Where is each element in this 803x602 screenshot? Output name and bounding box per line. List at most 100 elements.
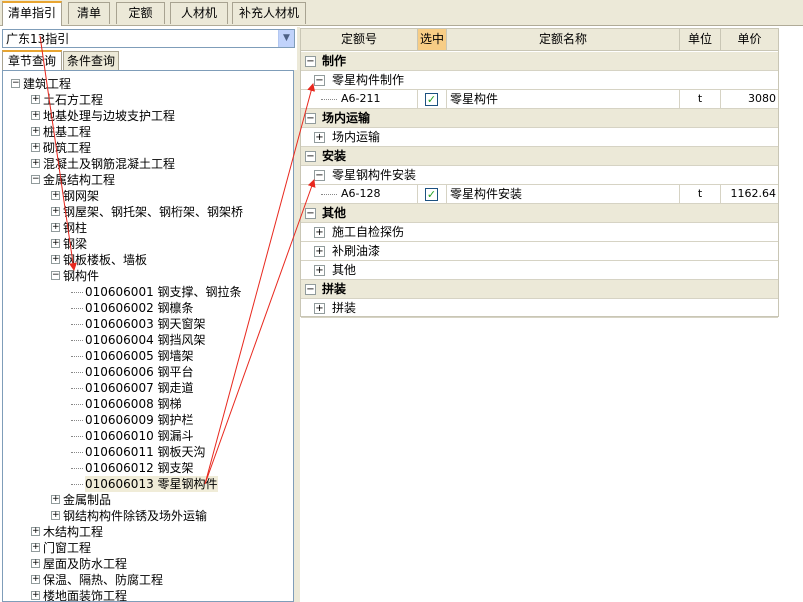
collapse-icon[interactable]: − [305,208,316,219]
expand-icon[interactable]: + [51,495,60,504]
collapse-icon[interactable]: − [305,284,316,295]
expand-icon[interactable]: + [31,559,40,568]
guide-select[interactable]: 广东13指引 ▼ [2,29,295,48]
collapse-icon[interactable]: − [305,56,316,67]
tree-node[interactable]: − 金属结构工程 [3,172,291,188]
tree-node[interactable]: + 门窗工程 [3,540,291,556]
tree-node[interactable]: + 钢结构构件除锈及场外运输 [3,508,291,524]
tab-list-guide[interactable]: 清单指引 [2,1,62,26]
expand-icon[interactable]: + [31,127,40,136]
tree-leaf-item[interactable]: 010606004 钢挡风架 [3,332,291,348]
expand-icon[interactable]: + [31,159,40,168]
tab-quota[interactable]: 定额 [116,2,165,24]
tree-node[interactable]: + 钢梁 [3,236,291,252]
collapse-icon[interactable]: − [314,170,325,181]
col-header-code[interactable]: 定额号 [301,29,418,50]
tree-node[interactable]: + 金属制品 [3,492,291,508]
expand-icon[interactable]: + [51,255,60,264]
grid-subgroup-row[interactable]: + 施工自检探伤 [301,223,778,242]
tree-leaf-item[interactable]: 010606009 钢护栏 [3,412,291,428]
collapse-icon[interactable]: − [305,151,316,162]
grid-group-row[interactable]: − 制作 [301,52,778,71]
grid-subgroup-row[interactable]: − 零星构件制作 [301,71,778,90]
tree-node[interactable]: + 木结构工程 [3,524,291,540]
tree-leaf-item[interactable]: 010606001 钢支撑、钢拉条 [3,284,291,300]
tree-leaf-item[interactable]: 010606003 钢天窗架 [3,316,291,332]
select-checkbox[interactable]: ✓ [425,188,438,201]
tree-node-label: 建筑工程 [23,77,72,91]
expand-icon[interactable]: + [31,543,40,552]
tab-labor-material-machine[interactable]: 人材机 [170,2,228,24]
tree-node[interactable]: + 桩基工程 [3,124,291,140]
expand-icon[interactable]: + [314,227,325,238]
tree-node[interactable]: + 混凝土及钢筋混凝土工程 [3,156,291,172]
collapse-icon[interactable]: − [314,75,325,86]
tree-node[interactable]: + 土石方工程 [3,92,291,108]
expand-icon[interactable]: + [31,95,40,104]
tree-leaf-item[interactable]: 010606005 钢墙架 [3,348,291,364]
expand-icon[interactable]: + [51,207,60,216]
col-header-price[interactable]: 单价 [721,29,778,50]
tree-node[interactable]: + 保温、隔热、防腐工程 [3,572,291,588]
grid-subgroup-row[interactable]: − 零星钢构件安装 [301,166,778,185]
collapse-icon[interactable]: − [31,175,40,184]
tree-leaf-item[interactable]: 010606007 钢走道 [3,380,291,396]
tree-node-label: 钢屋架、钢托架、钢桁架、钢架桥 [63,205,244,219]
tree-node[interactable]: + 地基处理与边坡支护工程 [3,108,291,124]
tree-node[interactable]: − 建筑工程 [3,76,291,92]
grid-group-row[interactable]: − 拼装 [301,280,778,299]
tree-connector-line [71,468,83,469]
grid-subgroup-row[interactable]: + 场内运输 [301,128,778,147]
expand-icon[interactable]: + [51,239,60,248]
grid-subgroup-row[interactable]: + 补刷油漆 [301,242,778,261]
tree-node-label: 010606007 钢走道 [85,381,194,395]
tab-supplement-lmm[interactable]: 补充人材机 [232,2,306,24]
tree-node[interactable]: + 屋面及防水工程 [3,556,291,572]
tree-node[interactable]: + 钢板楼板、墙板 [3,252,291,268]
expand-icon[interactable]: + [31,143,40,152]
collapse-icon[interactable]: − [305,113,316,124]
tab-condition-query[interactable]: 条件查询 [63,51,119,71]
tree-node[interactable]: + 楼地面装饰工程 [3,588,291,601]
expand-icon[interactable]: + [51,191,60,200]
grid-data-row[interactable]: A6-128 ✓ 零星构件安装 t 1162.64 [301,185,778,204]
tree-node[interactable]: + 钢屋架、钢托架、钢桁架、钢架桥 [3,204,291,220]
expand-icon[interactable]: + [31,527,40,536]
col-header-unit[interactable]: 单位 [680,29,721,50]
grid-group-row[interactable]: − 其他 [301,204,778,223]
tree-leaf-item[interactable]: 010606006 钢平台 [3,364,291,380]
expand-icon[interactable]: + [314,246,325,257]
expand-icon[interactable]: + [314,132,325,143]
expand-icon[interactable]: + [51,223,60,232]
col-header-selected[interactable]: 选中 [418,29,447,50]
collapse-icon[interactable]: − [11,79,20,88]
tree-leaf-item[interactable]: 010606013 零星钢构件 [3,476,291,492]
expand-icon[interactable]: + [314,265,325,276]
tree-node[interactable]: + 砌筑工程 [3,140,291,156]
collapse-icon[interactable]: − [51,271,60,280]
tree-node[interactable]: − 钢构件 [3,268,291,284]
tree-leaf-item[interactable]: 010606012 钢支架 [3,460,291,476]
tree-leaf-item[interactable]: 010606010 钢漏斗 [3,428,291,444]
tab-chapter-query[interactable]: 章节查询 [2,50,62,71]
tab-list[interactable]: 清单 [68,2,110,24]
tree-leaf-item[interactable]: 010606008 钢梯 [3,396,291,412]
tree-leaf-item[interactable]: 010606011 钢板天沟 [3,444,291,460]
grid-data-row[interactable]: A6-211 ✓ 零星构件 t 3080 [301,90,778,109]
grid-group-row[interactable]: − 安装 [301,147,778,166]
expand-icon[interactable]: + [31,591,40,600]
col-header-name[interactable]: 定额名称 [447,29,680,50]
chevron-down-icon[interactable]: ▼ [278,30,294,47]
grid-group-row[interactable]: − 场内运输 [301,109,778,128]
tree-node[interactable]: + 钢网架 [3,188,291,204]
expand-icon[interactable]: + [314,303,325,314]
tree-connector-line [71,324,83,325]
tree-leaf-item[interactable]: 010606002 钢檩条 [3,300,291,316]
tree-node[interactable]: + 钢柱 [3,220,291,236]
grid-subgroup-row[interactable]: + 其他 [301,261,778,280]
expand-icon[interactable]: + [31,111,40,120]
select-checkbox[interactable]: ✓ [425,93,438,106]
expand-icon[interactable]: + [31,575,40,584]
expand-icon[interactable]: + [51,511,60,520]
grid-subgroup-row[interactable]: + 拼装 [301,299,778,318]
